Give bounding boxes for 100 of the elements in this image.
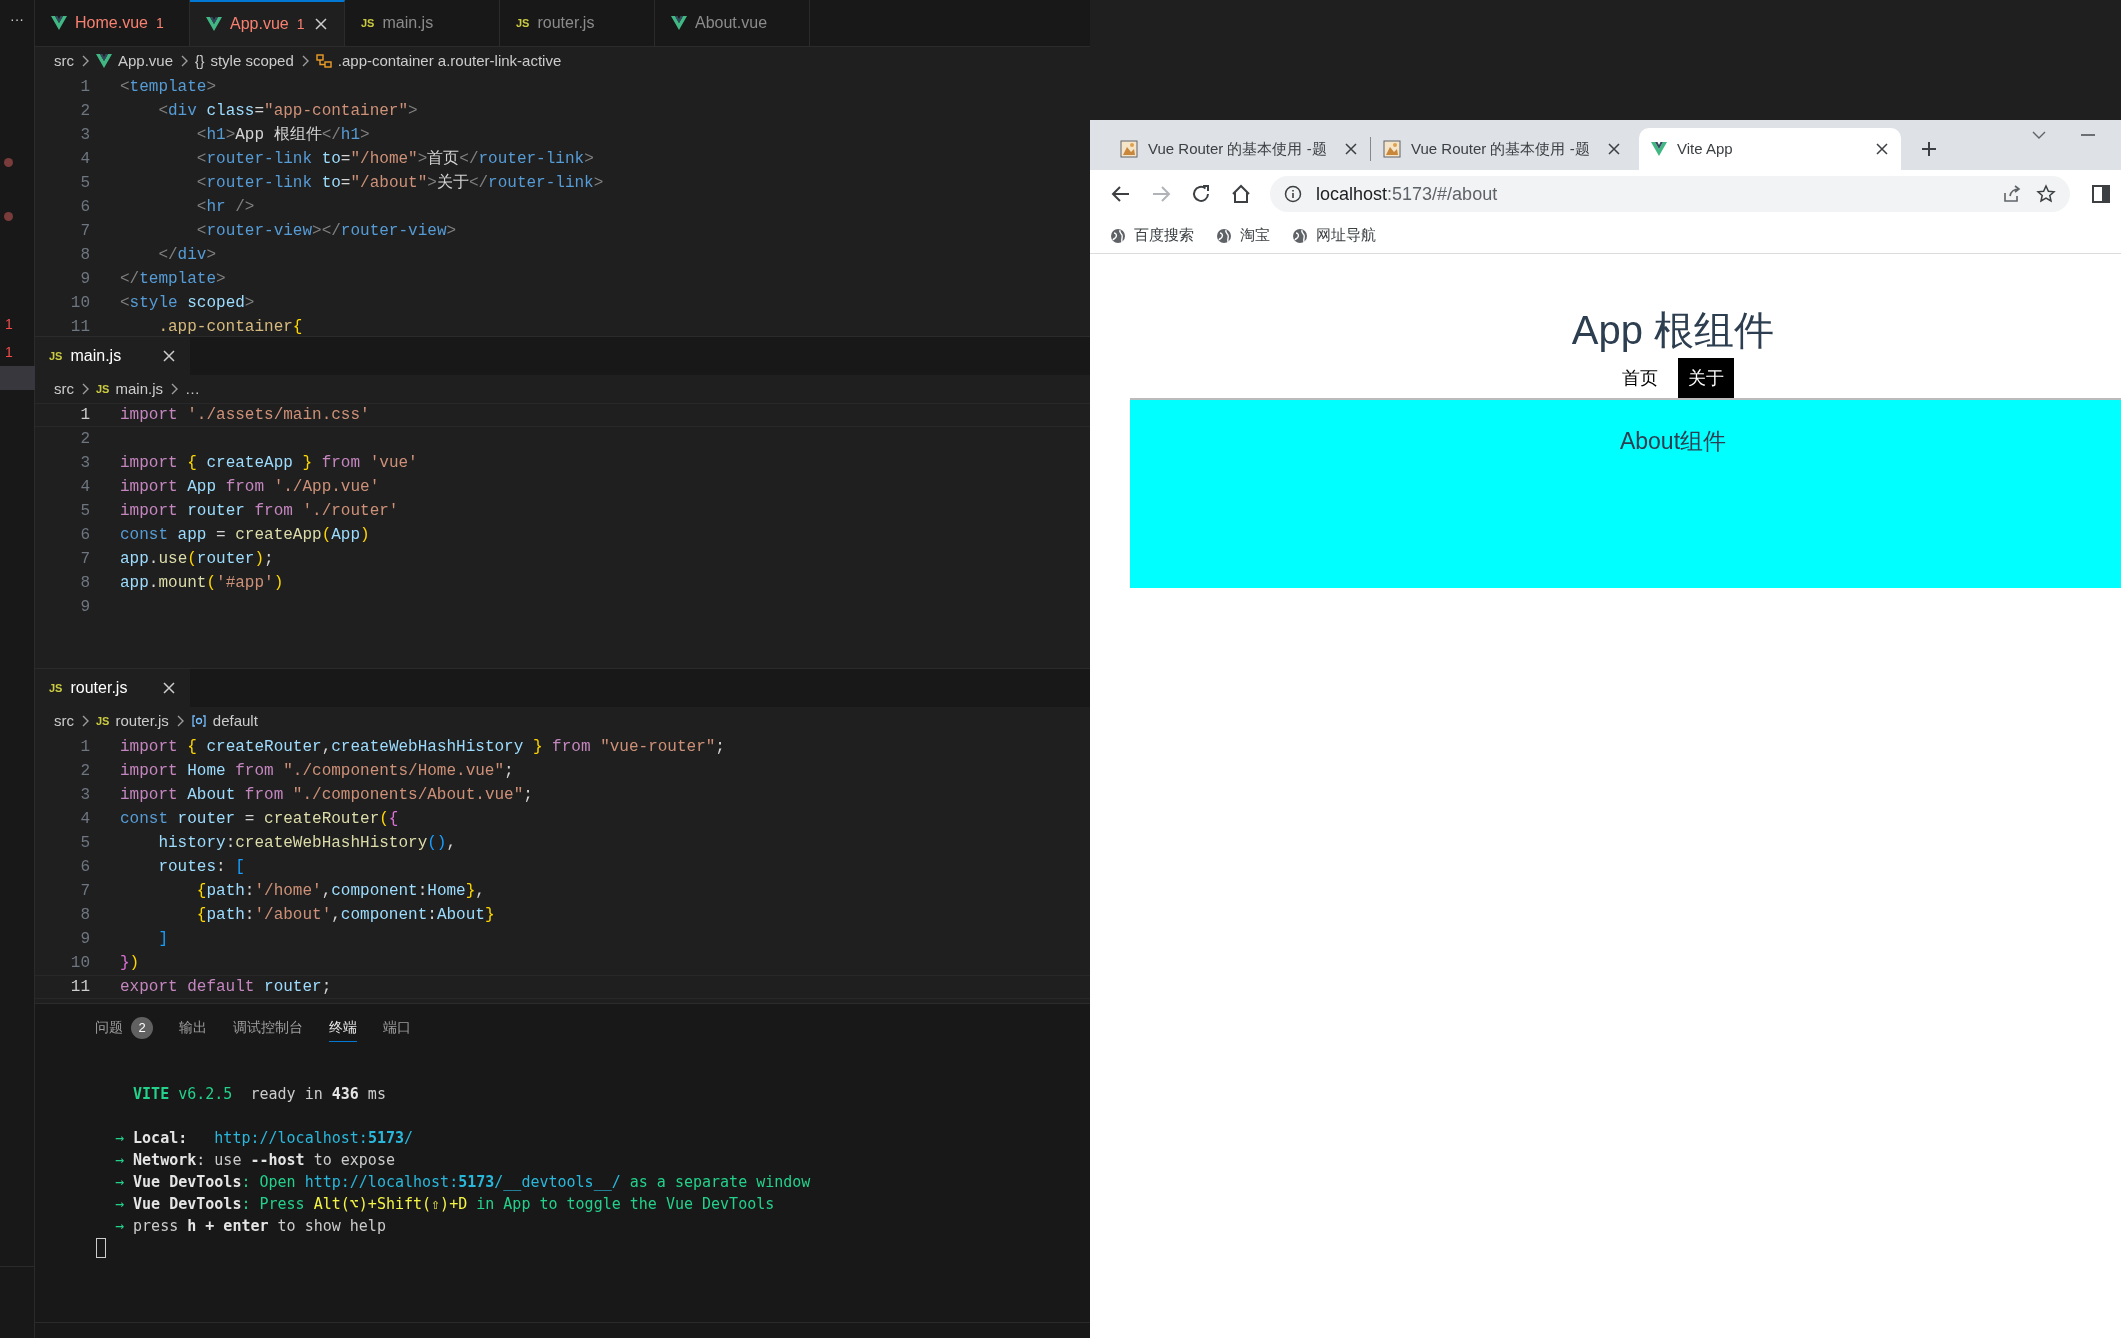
code-line: }) [120,953,140,974]
nav-link[interactable]: 关于 [1678,358,1734,398]
breadcrumb-item[interactable]: src [54,709,74,733]
globe-icon [1216,227,1232,244]
vue-logo-icon [51,15,67,31]
address-text: localhost:5173/#/about [1316,182,1498,206]
close-icon [1344,142,1358,156]
close-icon [1607,142,1621,156]
globe-icon [1110,227,1126,244]
close-icon [162,681,176,695]
js-file-icon: JS [361,14,375,32]
tab-label: App.vue [230,14,289,34]
code-line: const router = createRouter({ [120,809,399,830]
problem-count: 1 [296,14,305,34]
line-number: 3 [80,125,90,145]
line-number: 1 [80,77,90,97]
line-number: 7 [80,549,90,569]
line-number: 9 [80,929,90,949]
line-number: 2 [80,761,90,781]
breadcrumb-item[interactable]: default [212,709,258,733]
breadcrumb-item[interactable]: src [54,377,74,401]
tab-title: Vite App [1677,138,1733,159]
breadcrumb-item[interactable]: .app-container a.router-link-active [337,49,562,73]
chevron-down-icon [2031,130,2047,140]
line-number: 3 [80,785,90,805]
panel-tab[interactable]: 端口 [383,1013,411,1042]
line-number: 7 [80,881,90,901]
line-number: 6 [80,525,90,545]
side-panel-icon [2092,185,2110,203]
chevron-right-icon [179,54,190,68]
line-number: 5 [80,833,90,853]
line-number: 6 [80,857,90,877]
line-number: 6 [80,197,90,217]
code-line: history:createWebHashHistory(), [157,833,457,854]
editor-tab[interactable]: App.vue 1 [190,0,345,46]
share-icon [2002,184,2022,204]
tab-label: Home.vue [75,13,148,33]
breadcrumb-item[interactable]: style scoped [210,49,294,73]
line-number: 4 [80,809,90,829]
editor-tab[interactable]: JS router.js [35,669,190,707]
browser-tab[interactable]: Vite App [1639,128,1901,170]
breadcrumb-item[interactable]: App.vue [118,49,174,73]
home-icon [1230,183,1252,205]
code-line: <router-link to="/home">首页</router-link> [195,149,594,170]
vue-logo-icon [671,15,687,31]
code-line: <h1>App 根组件</h1> [195,125,370,146]
chevron-right-icon [80,382,90,396]
vue-logo-icon [1651,141,1667,157]
panel-tab[interactable]: 终端 [329,1013,357,1042]
editor-tab[interactable]: JS main.js [35,337,190,375]
code-line: const app = createApp(App) [120,525,370,546]
more-actions-button[interactable]: ··· [10,12,24,26]
info-icon [1284,185,1302,203]
line-number: 4 [80,149,90,169]
breadcrumb-item[interactable]: src [54,49,74,73]
code-line: import App from './App.vue' [120,477,380,498]
js-file-icon: JS [49,347,63,365]
image-icon [1120,140,1138,158]
close-icon [1875,142,1889,156]
breadcrumb-item[interactable]: router.js [115,709,169,733]
problem-count: 1 [5,317,13,331]
code-line: import Home from "./components/Home.vue"; [120,761,514,782]
panel-text: About组件 [1619,427,1727,456]
bookmark-item[interactable]: 网址导航 [1292,224,1376,247]
browser-tab[interactable]: Vue Router 的基本使用 -题 [1371,128,1633,170]
line-number: 5 [80,173,90,193]
code-line: import router from './router' [120,501,399,522]
code-line: import { createRouter,createWebHashHistory } from "vue-router"; [120,737,725,758]
line-number: 1 [80,405,90,425]
code-line: ] [157,929,168,950]
code-line: <style scoped> [120,293,255,314]
panel-tab[interactable]: 输出 [179,1013,207,1042]
panel-tab[interactable]: 调试控制台 [233,1013,303,1042]
address-bar[interactable]: localhost:5173/#/about [1270,176,2070,212]
breadcrumb-item[interactable]: … [185,377,200,401]
bookmark-item[interactable]: 淘宝 [1216,224,1270,247]
tab-label: router.js [537,13,595,33]
terminal-line: → Local: http://localhost:5173/ [115,1127,414,1149]
code-line: {path:'/home',component:Home}, [195,881,485,902]
terminal-line: → Vue DevTools: Open http://localhost:5173/__devtools__/ as a separate window [115,1171,811,1193]
vue-logo-icon [96,53,112,69]
hierarchy-icon [315,53,332,69]
code-line: app.mount('#app') [120,573,284,594]
line-number: 4 [80,477,90,497]
browser-tab[interactable]: Vue Router 的基本使用 -题 [1108,128,1370,170]
bookmark-item[interactable]: 百度搜索 [1110,224,1194,247]
terminal-line: → Vue DevTools: Press Alt(⌥)+Shift(⇧)+D in App to toggle the Vue DevTools [115,1193,775,1215]
nav-link[interactable]: 首页 [1612,358,1668,398]
terminal-cursor [96,1238,106,1258]
chevron-right-icon [80,714,90,728]
code-line: <hr /> [195,197,255,218]
code-line: <router-link to="/about">关于</router-link> [195,172,604,194]
line-number: 10 [70,293,90,313]
globe-icon [1292,227,1308,244]
panel-tab[interactable]: 问题 2 [95,1013,153,1042]
new-tab-icon [1919,139,1939,159]
line-number: 8 [80,245,90,265]
code-line: app.use(router); [120,549,274,570]
line-number: 7 [80,221,90,241]
breadcrumb-item[interactable]: main.js [115,377,163,401]
